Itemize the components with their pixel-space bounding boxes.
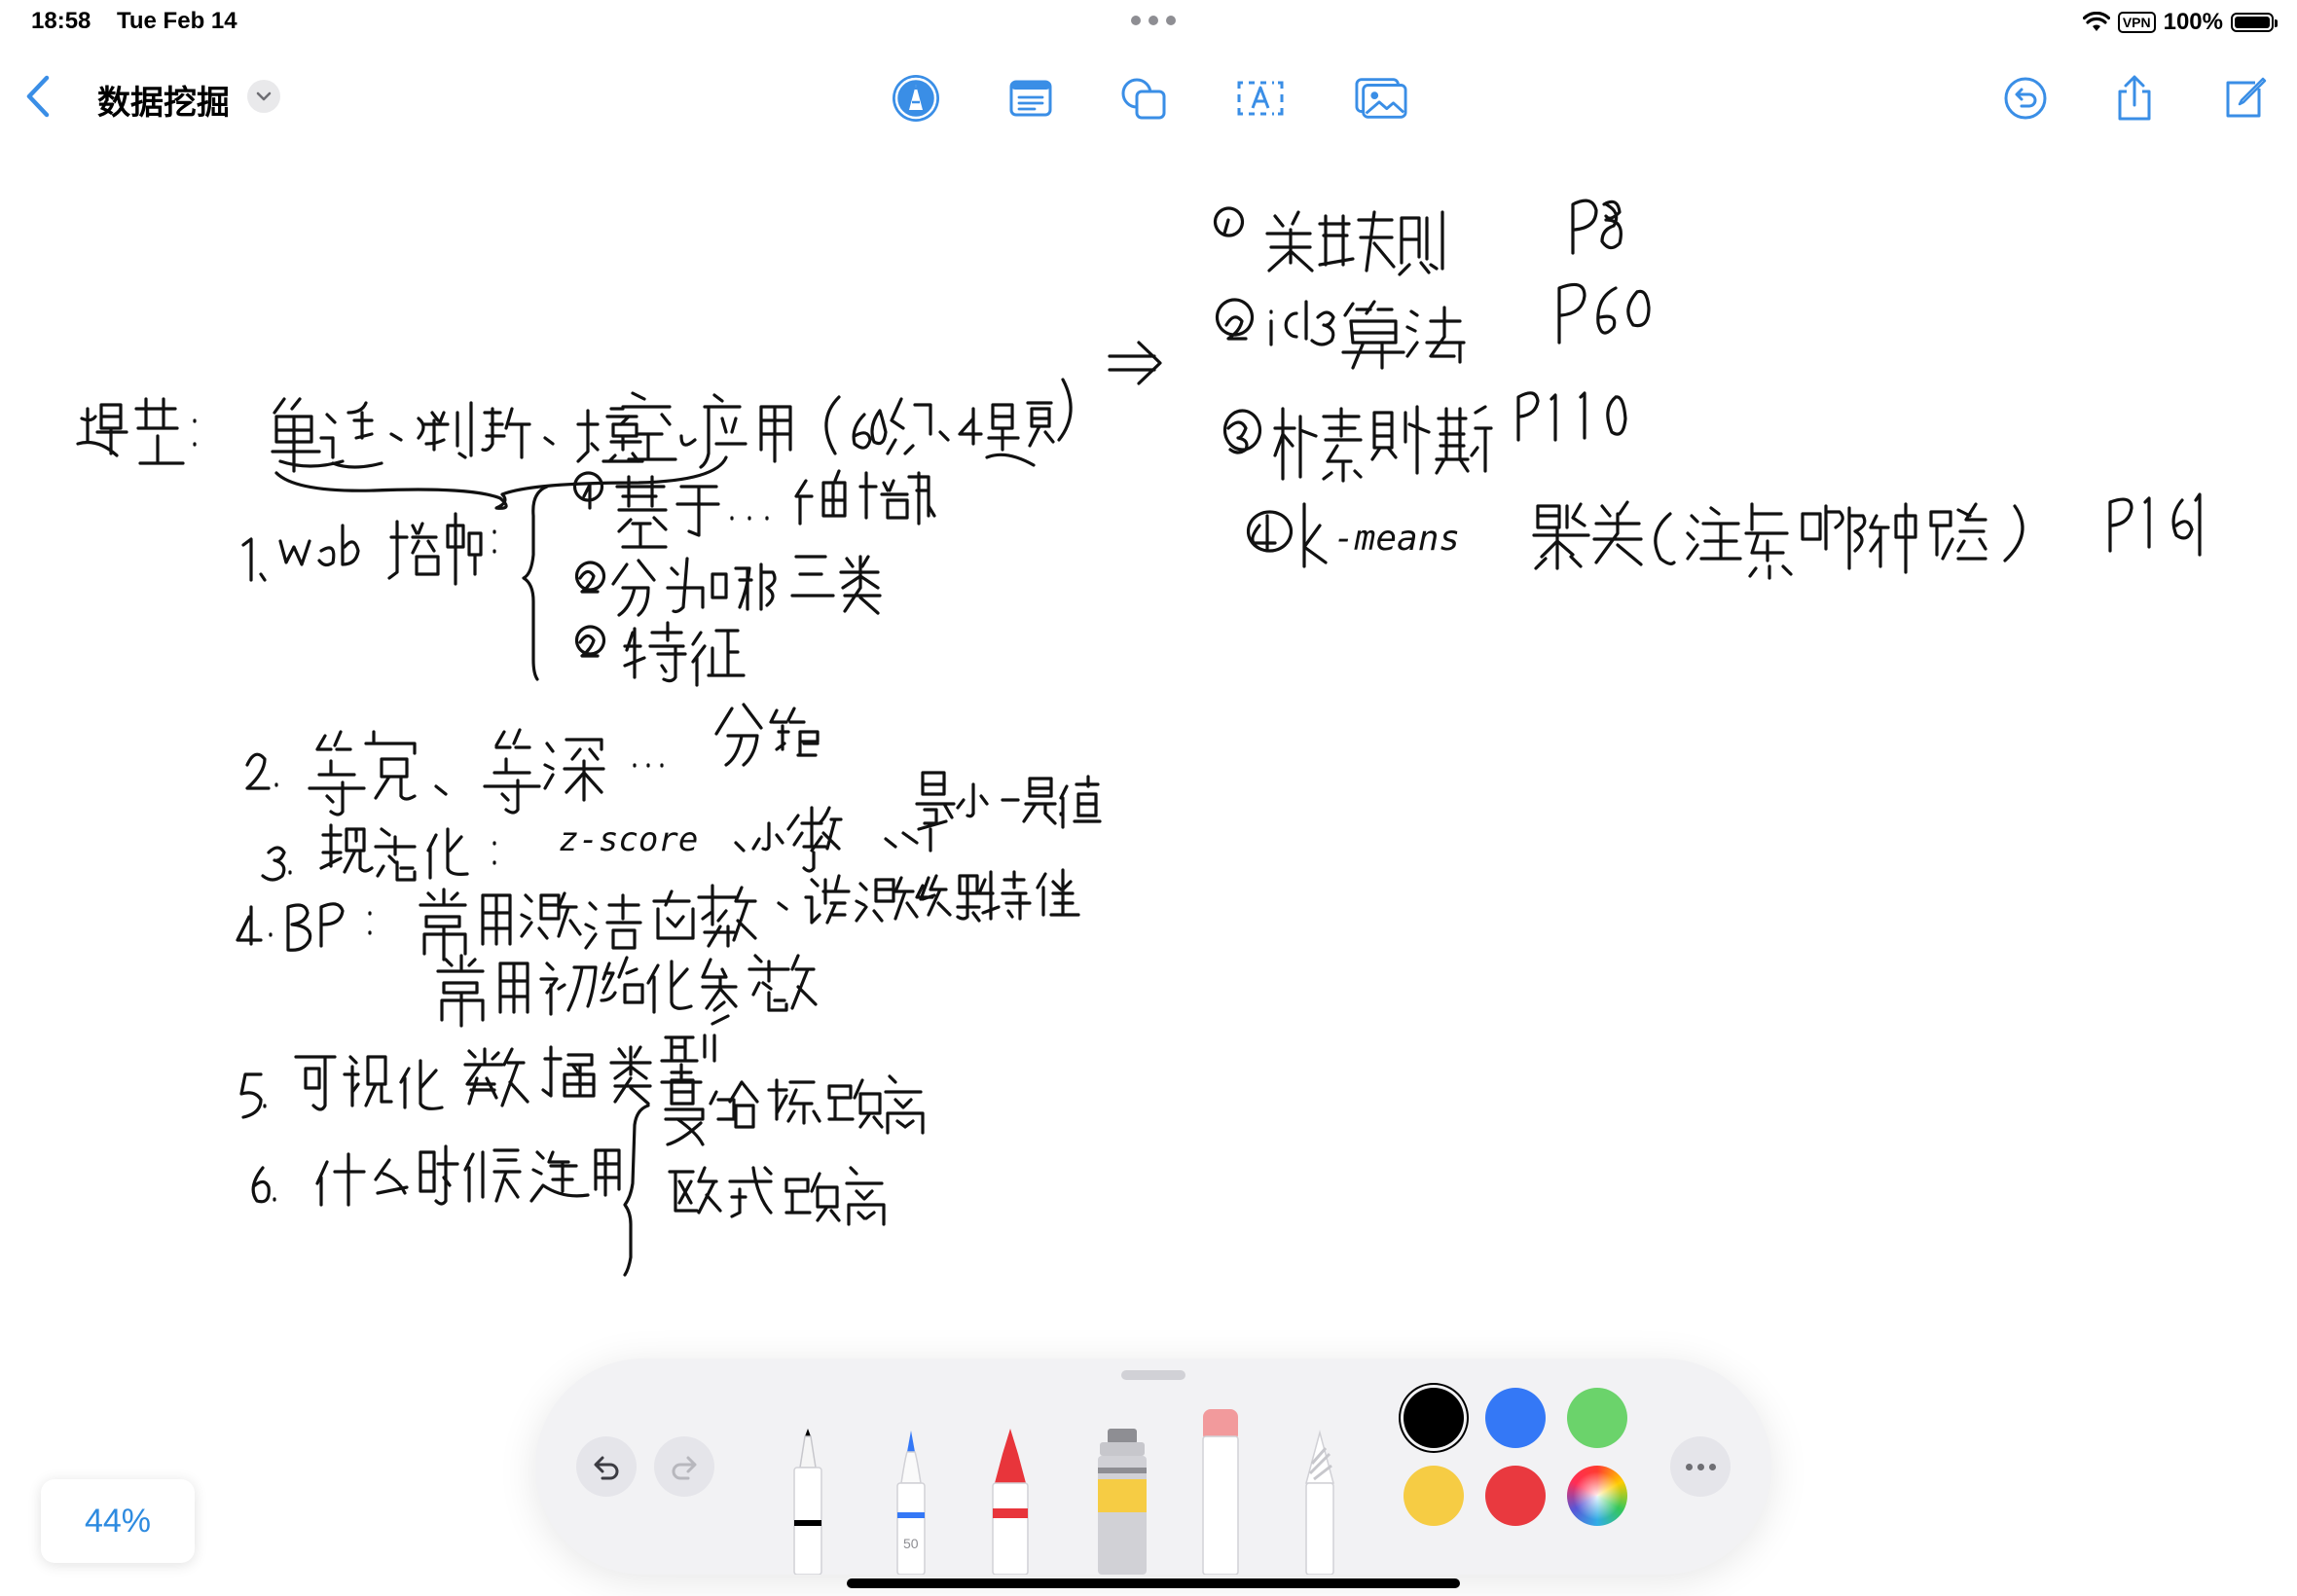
markup-pen-icon	[893, 75, 939, 122]
home-indicator[interactable]	[847, 1578, 1460, 1588]
ink-item-2	[245, 703, 820, 816]
ink-arrow	[1108, 341, 1162, 385]
handwriting-canvas[interactable]: -means z-score	[0, 136, 2297, 1401]
palette-more-button[interactable]	[1670, 1436, 1731, 1497]
zoom-indicator[interactable]: 44%	[41, 1479, 195, 1563]
ink-right-list: -means	[1213, 199, 2202, 580]
toolbar: 数据挖掘	[0, 58, 2297, 136]
pen-size-label: 50	[903, 1536, 919, 1551]
ink-item-1	[241, 469, 936, 687]
svg-text:z-score: z-score	[559, 820, 698, 859]
insert-image-icon	[1355, 78, 1407, 119]
pencil-tool[interactable]	[1298, 1429, 1341, 1575]
ink-item-4	[236, 868, 1080, 1028]
color-swatch-yellow[interactable]	[1404, 1466, 1464, 1526]
text-field-icon	[1237, 81, 1284, 116]
palette-redo-button[interactable]	[654, 1436, 714, 1497]
undo-history-button[interactable]	[1999, 72, 2052, 125]
text-box-icon	[1009, 80, 1052, 117]
insert-image-button[interactable]	[1355, 72, 1407, 125]
shapes-button[interactable]	[1117, 72, 1170, 125]
status-date: Tue Feb 14	[117, 8, 237, 34]
color-picker-wheel[interactable]	[1567, 1466, 1627, 1526]
battery-percentage: 100%	[2163, 9, 2223, 35]
multitasking-dots-icon[interactable]	[1131, 16, 1176, 27]
eraser-tool[interactable]	[1199, 1409, 1242, 1575]
ink-item-5	[239, 1034, 716, 1119]
undo-icon	[594, 1456, 619, 1480]
vpn-badge: VPN	[2117, 12, 2156, 33]
compose-button[interactable]	[2217, 72, 2270, 125]
ellipsis-icon	[1685, 1463, 1693, 1470]
wifi-icon	[2082, 12, 2110, 31]
status-bar: 18:58 Tue Feb 14 VPN 100%	[0, 0, 2297, 47]
back-chevron-icon[interactable]	[19, 72, 58, 121]
pen-tool[interactable]	[890, 1429, 932, 1575]
share-icon	[2118, 75, 2151, 121]
color-swatch-blue[interactable]	[1485, 1388, 1546, 1448]
title-menu-chevron-icon	[256, 91, 272, 101]
shapes-icon	[1121, 78, 1166, 120]
redo-icon	[672, 1456, 697, 1480]
color-swatch-red[interactable]	[1485, 1466, 1546, 1526]
watercolor-tool[interactable]	[1092, 1429, 1152, 1575]
markup-button[interactable]	[890, 72, 942, 125]
palette-undo-button[interactable]	[576, 1436, 637, 1497]
compose-icon	[2226, 77, 2267, 118]
text-field-button[interactable]	[1234, 72, 1287, 125]
text-box-button[interactable]	[1004, 72, 1057, 125]
title-menu-button[interactable]	[247, 80, 280, 113]
ink-item-3: z-score	[261, 771, 1102, 882]
status-indicators: VPN 100%	[2082, 6, 2278, 39]
marker-tool[interactable]	[985, 1429, 1036, 1575]
color-swatch-black[interactable]	[1404, 1388, 1464, 1448]
status-time: 18:58	[31, 8, 91, 34]
color-swatch-green[interactable]	[1567, 1388, 1627, 1448]
fineliner-tool[interactable]	[786, 1429, 829, 1575]
undo-history-icon	[2004, 77, 2047, 120]
drawing-palette: 50	[535, 1359, 1771, 1575]
share-button[interactable]	[2108, 72, 2161, 125]
battery-icon	[2231, 13, 2278, 32]
document-title[interactable]: 数据挖掘	[97, 76, 230, 124]
svg-text:-means: -means	[1333, 519, 1460, 559]
palette-grabber[interactable]	[1121, 1370, 1185, 1380]
